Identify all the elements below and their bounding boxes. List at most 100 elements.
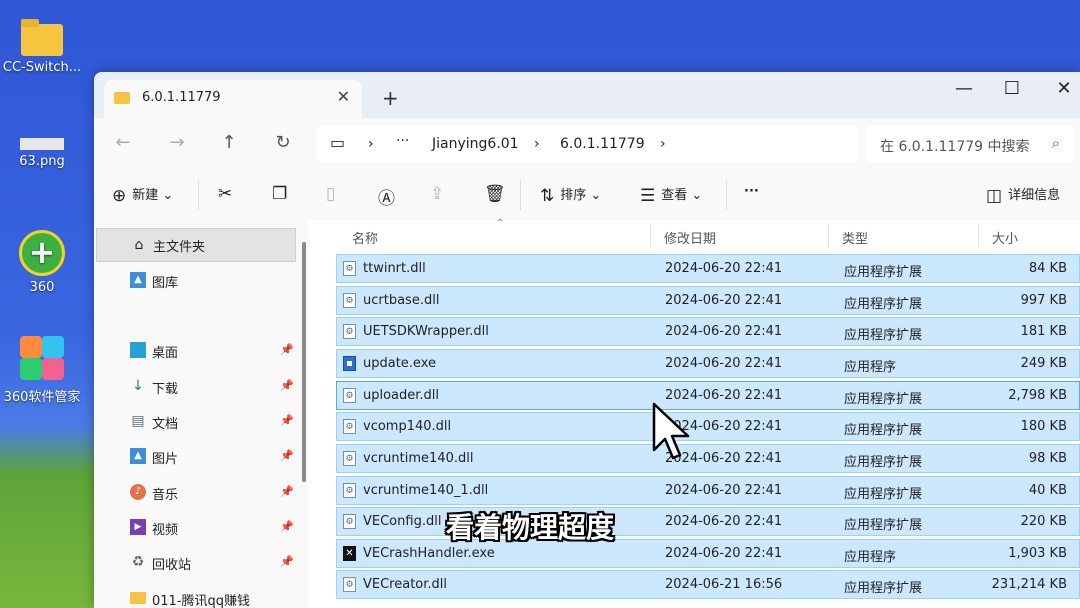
sidebar-item-label: 桌面 [152,346,179,361]
minimize-button[interactable]: — [944,78,984,99]
sidebar-item-documents[interactable]: ▤ 文档 📌 [94,405,308,439]
sidebar-item-home[interactable]: ⌂ 主文件夹 [96,228,296,262]
column-header-modified[interactable]: 修改日期 [664,228,716,247]
file-row[interactable]: ⚙ ucrtbase.dll 2024-06-20 22:41 应用程序扩展 9… [336,286,1080,315]
pin-icon[interactable]: 📌 [280,379,294,392]
search-input[interactable]: 在 6.0.1.11779 中搜索 [880,136,1030,156]
toolbar-divider [726,180,727,210]
file-type: 应用程序扩展 [844,328,923,343]
desktop-icon-63-png[interactable]: 63.png [0,138,84,169]
maximize-button[interactable]: ☐ [992,78,1032,99]
file-row[interactable]: ⚙ vcomp140.dll 2024-06-20 22:41 应用程序扩展 1… [336,412,1080,441]
file-size: 220 KB [1020,514,1067,529]
sidebar-item-qq-folder[interactable]: 011-腾讯qq赚钱 [94,582,308,608]
breadcrumb-jianying[interactable]: Jianying6.01 [432,136,519,152]
360-software-manager-icon [18,334,66,382]
copy-button[interactable]: ❐ [272,184,293,204]
breadcrumb-separator[interactable]: › [368,136,374,152]
breadcrumb-separator[interactable]: › [534,136,540,152]
video-icon: ▶ [130,519,146,535]
tab-close-icon[interactable]: ✕ [337,87,350,106]
sidebar-item-label: 音乐 [152,488,179,503]
sidebar-item-label: 主文件夹 [153,240,206,255]
file-row[interactable]: ⚙ vcruntime140.dll 2024-06-20 22:41 应用程序… [336,444,1080,473]
desktop-icon-360[interactable]: + 360 [0,230,84,295]
tab-6-0-1-11779[interactable]: 6.0.1.11779 ✕ [104,80,362,118]
column-header-type[interactable]: 类型 [842,228,868,247]
column-divider[interactable] [828,224,829,248]
sidebar-item-pictures[interactable]: ▲ 图片 📌 [94,440,308,474]
sidebar-item-music[interactable]: ♪ 音乐 📌 [94,476,308,510]
sidebar-item-recycle-bin[interactable]: ♻ 回收站 📌 [94,546,308,580]
view-button[interactable]: ☰ 查看 ⌄ [640,184,702,206]
tab-title: 6.0.1.11779 [142,90,221,105]
back-arrow-icon[interactable]: ← [108,132,138,153]
refresh-icon[interactable]: ↻ [268,132,298,153]
more-options-button[interactable]: ··· [744,184,759,199]
computer-icon[interactable]: ▭ [330,133,345,152]
details-pane-icon: ◫ [986,186,1003,206]
delete-button[interactable]: 🗑 [484,184,512,204]
column-divider[interactable] [650,224,651,248]
file-row[interactable]: ⚙ uploader.dll 2024-06-20 22:41 应用程序扩展 2… [336,381,1080,410]
new-button[interactable]: ⊕ 新建 ⌄ [112,184,173,206]
paste-button[interactable]: ▯ [326,184,341,204]
file-type: 应用程序 [844,360,897,375]
sidebar-item-videos[interactable]: ▶ 视频 📌 [94,511,308,545]
home-icon: ⌂ [134,237,144,253]
details-pane-button[interactable]: ◫ 详细信息 [986,184,1060,206]
desktop-icon-label: 360 [29,280,55,295]
address-bar[interactable]: ▭ › ··· Jianying6.01 › 6.0.1.11779 › [316,126,858,162]
file-size: 231,214 KB [991,577,1067,592]
desktop-icon-360-manager[interactable]: 360软件管家 [0,334,84,405]
rename-button[interactable]: Ⓐ [378,184,401,209]
pin-icon[interactable]: 📌 [280,449,294,462]
file-row[interactable]: ⚙ ttwinrt.dll 2024-06-20 22:41 应用程序扩展 84… [336,254,1080,283]
new-tab-button[interactable]: + [382,86,399,110]
column-divider[interactable] [978,224,979,248]
file-row[interactable]: update.exe 2024-06-20 22:41 应用程序 249 KB [336,349,1080,378]
file-type: 应用程序扩展 [844,455,923,470]
pin-icon[interactable]: 📌 [280,343,294,356]
column-header-name[interactable]: 名称 [352,228,378,247]
file-size: 98 KB [1028,451,1067,466]
mouse-cursor-icon [652,402,690,460]
sidebar-item-desktop[interactable]: 桌面 📌 [94,334,308,368]
sort-button[interactable]: ⇅ 排序 ⌄ [540,184,601,206]
file-name: UETSDKWrapper.dll [363,324,489,339]
pin-icon[interactable]: 📌 [280,520,294,533]
up-arrow-icon[interactable]: ↑ [214,132,244,153]
column-header-size[interactable]: 大小 [992,228,1018,247]
pin-icon[interactable]: 📌 [280,555,294,568]
download-icon: ↓ [132,378,144,394]
pin-icon[interactable]: 📌 [280,485,294,498]
share-button[interactable]: ⇪ [430,184,450,204]
clipboard-icon: ▯ [326,184,336,204]
file-type: 应用程序扩展 [844,265,923,280]
file-row[interactable]: ⚙ UETSDKWrapper.dll 2024-06-20 22:41 应用程… [336,317,1080,346]
dll-file-icon: ⚙ [343,261,356,276]
desktop-icon-label: CC-Switch... [2,60,82,75]
pin-icon[interactable]: 📌 [280,414,294,427]
file-row[interactable]: ⚙ VECreator.dll 2024-06-21 16:56 应用程序扩展 … [336,570,1080,599]
file-name: VECrashHandler.exe [363,546,495,561]
forward-arrow-icon[interactable]: → [162,132,192,153]
sidebar-item-label: 文档 [152,417,179,432]
search-box[interactable]: 在 6.0.1.11779 中搜索 ⌕ [866,126,1074,162]
view-list-icon: ☰ [640,186,656,206]
sidebar-item-gallery[interactable]: ▲ 图库 [94,264,308,298]
capcut-logo-icon: ✕ [343,546,356,561]
dll-file-icon: ⚙ [343,577,356,592]
close-button[interactable]: ✕ [1044,78,1080,99]
breadcrumb-current-folder[interactable]: 6.0.1.11779 [560,136,645,152]
desktop-icon-cc-switch[interactable]: CC-Switch... [0,18,84,75]
sidebar-item-downloads[interactable]: ↓ 下载 📌 [94,370,308,404]
breadcrumb-more[interactable]: ··· [396,133,409,149]
breadcrumb-separator[interactable]: › [660,136,666,152]
file-row[interactable]: ⚙ vcruntime140_1.dll 2024-06-20 22:41 应用… [336,476,1080,505]
sidebar-scrollbar[interactable] [302,242,306,482]
exe-file-icon [343,356,356,371]
cut-button[interactable]: ✂ [218,184,238,204]
scissors-icon: ✂ [218,184,233,204]
desktop-icon-label: 360软件管家 [3,390,81,405]
